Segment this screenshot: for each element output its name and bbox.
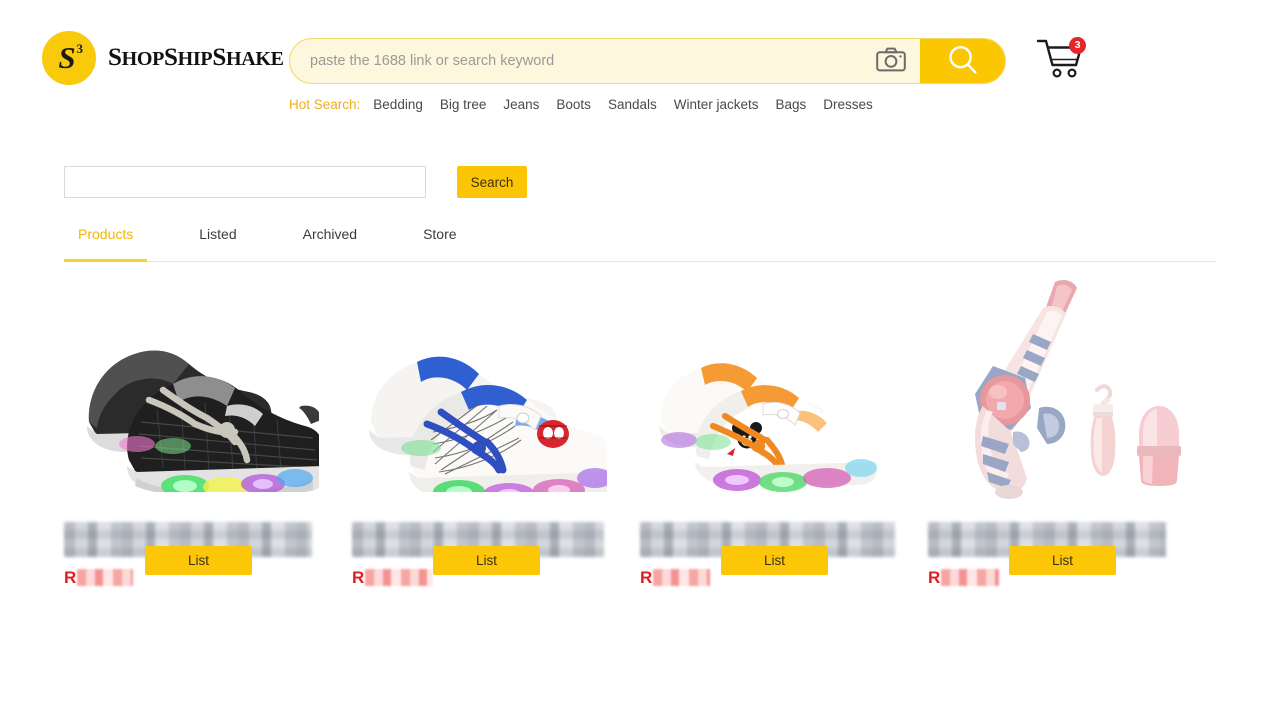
- product-tabs: Products Listed Archived Store: [64, 222, 1216, 262]
- hot-search-label: Hot Search:: [289, 97, 361, 112]
- price-value-redacted: [77, 569, 134, 586]
- price-currency: R: [928, 568, 941, 587]
- product-card[interactable]: R List: [928, 272, 1216, 587]
- wordmark-s2: S: [164, 44, 178, 71]
- price-value-redacted: [653, 569, 711, 586]
- product-price: R: [928, 568, 1000, 587]
- tab-archived[interactable]: Archived: [289, 222, 371, 261]
- hot-search-item-dresses[interactable]: Dresses: [823, 97, 873, 112]
- hot-search-item-sandals[interactable]: Sandals: [608, 97, 657, 112]
- hot-search-item-winter-jackets[interactable]: Winter jackets: [674, 97, 759, 112]
- list-product-button[interactable]: List: [721, 546, 828, 575]
- magnifier-icon: [946, 43, 980, 80]
- hot-search-item-bedding[interactable]: Bedding: [373, 97, 423, 112]
- wordmark-s3: S: [212, 44, 226, 71]
- price-value-redacted: [941, 569, 1000, 586]
- camera-icon: [876, 47, 906, 75]
- product-image[interactable]: [352, 272, 612, 512]
- product-image[interactable]: [64, 272, 324, 512]
- brand-logo[interactable]: S 3 SHOPSHIPSHAKE: [42, 31, 284, 85]
- wordmark-hip: HIP: [177, 48, 213, 70]
- list-product-button[interactable]: List: [1009, 546, 1116, 575]
- global-search-bar: [289, 38, 1006, 84]
- product-image[interactable]: [640, 272, 900, 512]
- price-currency: R: [352, 568, 365, 587]
- global-search-input[interactable]: [290, 39, 862, 83]
- product-filter-row: Search: [64, 166, 527, 198]
- hot-search-item-boots[interactable]: Boots: [556, 97, 591, 112]
- hot-search-item-big-tree[interactable]: Big tree: [440, 97, 487, 112]
- price-value-redacted: [365, 569, 434, 586]
- tab-store[interactable]: Store: [409, 222, 470, 261]
- product-card[interactable]: R List: [640, 272, 928, 587]
- tab-products[interactable]: Products: [64, 222, 148, 262]
- product-filter-search-button[interactable]: Search: [457, 166, 527, 198]
- price-currency: R: [64, 568, 77, 587]
- product-price: R: [64, 568, 134, 587]
- product-filter-input[interactable]: [64, 166, 426, 198]
- shopping-cart-icon: [1035, 39, 1087, 86]
- product-price: R: [352, 568, 434, 587]
- logo-mark-icon: S 3: [42, 31, 96, 85]
- wordmark-hake: HAKE: [225, 48, 284, 70]
- wordmark-hop: HOP: [121, 48, 165, 70]
- hot-search-bar: Hot Search: Bedding Big tree Jeans Boots…: [289, 97, 873, 112]
- brand-wordmark: SHOPSHIPSHAKE: [108, 44, 284, 72]
- search-submit-button[interactable]: [920, 39, 1005, 83]
- product-image[interactable]: [928, 272, 1188, 512]
- hot-search-item-bags[interactable]: Bags: [776, 97, 807, 112]
- price-currency: R: [640, 568, 653, 587]
- logo-superscript: 3: [76, 41, 84, 56]
- cart-badge: 3: [1069, 37, 1086, 54]
- wordmark-s1: S: [108, 44, 122, 71]
- hot-search-item-jeans[interactable]: Jeans: [503, 97, 539, 112]
- product-card[interactable]: R List: [352, 272, 640, 587]
- list-product-button[interactable]: List: [433, 546, 540, 575]
- product-price: R: [640, 568, 711, 587]
- tab-listed[interactable]: Listed: [185, 222, 250, 261]
- product-card[interactable]: R List: [64, 272, 352, 587]
- list-product-button[interactable]: List: [145, 546, 252, 575]
- image-search-button[interactable]: [862, 39, 920, 83]
- logo-letter: S: [58, 39, 75, 75]
- site-header: S 3 SHOPSHIPSHAKE paste the 1688 link or…: [0, 0, 1280, 122]
- cart-button[interactable]: 3: [1035, 36, 1087, 84]
- product-grid: R List R List R List R List: [64, 272, 1216, 587]
